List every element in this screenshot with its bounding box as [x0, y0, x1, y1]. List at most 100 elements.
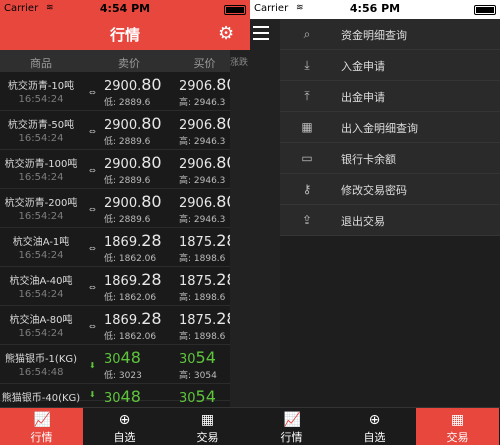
low-price: 低: 2889.6: [104, 215, 151, 225]
sell-price: 2900.80: [104, 75, 162, 94]
down-arrow-icon: ⬇: [89, 361, 96, 370]
low-price: 低: 3023: [104, 371, 142, 381]
calendar-icon: ▦: [450, 412, 465, 428]
menu-item-logout[interactable]: ⇪ 退出交易: [280, 205, 500, 236]
buy-price: 2906.80: [179, 114, 237, 133]
tab-market[interactable]: 📈 行情: [0, 408, 83, 445]
low-price: 低: 1862.06: [104, 293, 157, 303]
status-bar: Carrier ≋ 4:54 PM: [0, 0, 250, 19]
menu-item-withdraw[interactable]: ⤒ 出金申请: [280, 81, 500, 112]
column-header-sell: 卖价: [118, 57, 140, 70]
tab-bar: 📈 行情 ⊕ 自选 ▦ 交易: [0, 407, 250, 445]
tab-watchlist[interactable]: ⊕ 自选: [83, 408, 166, 445]
quote-time: 16:54:24: [18, 328, 64, 339]
quote-list: 杭交沥青-10吨 16:54:24 ⇔ 2900.80 低: 2889.6 29…: [0, 72, 250, 406]
tab-trade[interactable]: ▦ 交易: [416, 408, 499, 445]
high-price: 高: 2946.3: [179, 176, 226, 186]
swap-arrows-icon: ⇔: [89, 205, 96, 214]
buy-price: 2906.80: [179, 192, 237, 211]
product-name: 杭交沥青-50吨: [7, 120, 75, 131]
quote-time: 16:54:24: [18, 250, 64, 261]
table-row[interactable]: 杭交沥青-200吨 16:54:24 ⇔ 2900.80 低: 2889.6 2…: [0, 189, 250, 228]
product-name: 熊猫银币-40(KG): [1, 393, 81, 404]
swap-arrows-icon: ⇔: [89, 127, 96, 136]
plus-circle-icon: ⊕: [368, 412, 381, 428]
logout-icon: ⇪: [301, 213, 313, 227]
high-price: 高: 1898.6: [179, 254, 226, 264]
swap-arrows-icon: ⇔: [89, 322, 96, 331]
product-name: 杭交油A-1吨: [12, 237, 70, 248]
high-price: 高: 2946.3: [179, 215, 226, 225]
status-bar: Carrier ≋ 4:56 PM: [250, 0, 500, 19]
clock: 4:56 PM: [349, 2, 401, 15]
quote-time: 16:54:24: [18, 172, 64, 183]
sell-price: 1869.28: [104, 309, 162, 328]
card-icon: ▭: [301, 151, 313, 165]
product-name: 杭交沥青-100吨: [4, 159, 78, 170]
calendar-icon: ▦: [301, 120, 313, 134]
plus-circle-icon: ⊕: [118, 412, 131, 428]
calendar-icon: ▦: [200, 412, 215, 428]
menu-item-change-password[interactable]: ⚷ 修改交易密码: [280, 174, 500, 205]
swap-arrows-icon: ⇔: [89, 88, 96, 97]
buy-price: 1875.28: [179, 231, 237, 250]
sell-price: 3048: [104, 348, 141, 367]
menu-item-deposit[interactable]: ⤓ 入金申请: [280, 50, 500, 81]
sell-price: 2900.80: [104, 192, 162, 211]
sell-price: 3048: [104, 387, 141, 406]
quote-time: 16:54:24: [18, 133, 64, 144]
product-name: 熊猫银币-1(KG): [4, 354, 78, 365]
product-name: 杭交沥青-10吨: [7, 81, 75, 92]
tab-watchlist[interactable]: ⊕ 自选: [333, 408, 416, 445]
product-name: 杭交油A-40吨: [9, 276, 73, 287]
high-price: 高: 2946.3: [179, 98, 226, 108]
menu-icon[interactable]: [253, 26, 269, 40]
chart-icon: 📈: [33, 412, 51, 428]
tab-trade[interactable]: ▦ 交易: [166, 408, 249, 445]
table-header: 商品 卖价 买价: [0, 50, 250, 72]
high-price: 高: 3054: [179, 371, 217, 381]
low-price: 低: 1862.06: [104, 254, 157, 264]
buy-price: 3054: [179, 387, 216, 406]
quote-time: 16:54:24: [18, 289, 64, 300]
swap-arrows-icon: ⇔: [89, 283, 96, 292]
table-row[interactable]: 杭交沥青-10吨 16:54:24 ⇔ 2900.80 低: 2889.6 29…: [0, 72, 250, 111]
side-menu: ⌕ 资金明细查询 ⤓ 入金申请 ⤒ 出金申请 ▦ 出入金明细查询 ▭ 银行卡余额…: [280, 19, 500, 236]
gear-icon[interactable]: ⚙: [218, 24, 238, 44]
tab-market[interactable]: 📈 行情: [250, 408, 333, 445]
battery-icon: [224, 5, 246, 15]
search-icon: ⌕: [303, 27, 311, 41]
dimmed-content: [250, 19, 280, 407]
table-row[interactable]: 杭交油A-1吨 16:54:24 ⇔ 1869.28 低: 1862.06 18…: [0, 228, 250, 267]
buy-price: 1875.28: [179, 270, 237, 289]
table-row[interactable]: 熊猫银币-1(KG) 16:54:48 ⬇ 3048 低: 3023 3054 …: [0, 345, 250, 384]
table-row[interactable]: 杭交沥青-100吨 16:54:24 ⇔ 2900.80 低: 2889.6 2…: [0, 150, 250, 189]
key-icon: ⚷: [302, 182, 312, 196]
buy-price: 3054: [179, 348, 216, 367]
table-row[interactable]: 杭交沥青-50吨 16:54:24 ⇔ 2900.80 低: 2889.6 29…: [0, 111, 250, 150]
trade-menu-screen: Carrier ≋ 4:56 PM ⌕ 资金明细查询 ⤓ 入金申请 ⤒ 出金申请…: [250, 0, 500, 445]
sell-price: 1869.28: [104, 270, 162, 289]
down-arrow-icon: ⬇: [89, 390, 96, 399]
chart-icon: 📈: [283, 412, 301, 428]
market-screen: Carrier ≋ 4:54 PM 行情 ⚙ 商品 卖价 买价 杭交沥青-10吨…: [0, 0, 250, 445]
high-price: 高: 1898.6: [179, 332, 226, 342]
quote-time: 16:54:24: [18, 211, 64, 222]
swap-arrows-icon: ⇔: [89, 244, 96, 253]
product-name: 杭交沥青-200吨: [4, 198, 78, 209]
high-price: 高: 2946.3: [179, 137, 226, 147]
sell-price: 1869.28: [104, 231, 162, 250]
low-price: 低: 2889.6: [104, 98, 151, 108]
menu-item-fund-details[interactable]: ⌕ 资金明细查询: [280, 19, 500, 50]
menu-item-transfer-details[interactable]: ▦ 出入金明细查询: [280, 112, 500, 143]
buy-price: 1875.28: [179, 309, 237, 328]
sell-price: 2900.80: [104, 114, 162, 133]
menu-item-card-balance[interactable]: ▭ 银行卡余额: [280, 143, 500, 174]
clock: 4:54 PM: [99, 2, 151, 15]
table-row[interactable]: 熊猫银币-40(KG) ⬇ 3048 3054: [0, 384, 250, 406]
table-row[interactable]: 杭交油A-40吨 16:54:24 ⇔ 1869.28 低: 1862.06 1…: [0, 267, 250, 306]
table-row[interactable]: 杭交油A-80吨 16:54:24 ⇔ 1869.28 低: 1862.06 1…: [0, 306, 250, 345]
product-name: 杭交油A-80吨: [9, 315, 73, 326]
swap-arrows-icon: ⇔: [89, 166, 96, 175]
column-header-name: 商品: [30, 57, 52, 70]
